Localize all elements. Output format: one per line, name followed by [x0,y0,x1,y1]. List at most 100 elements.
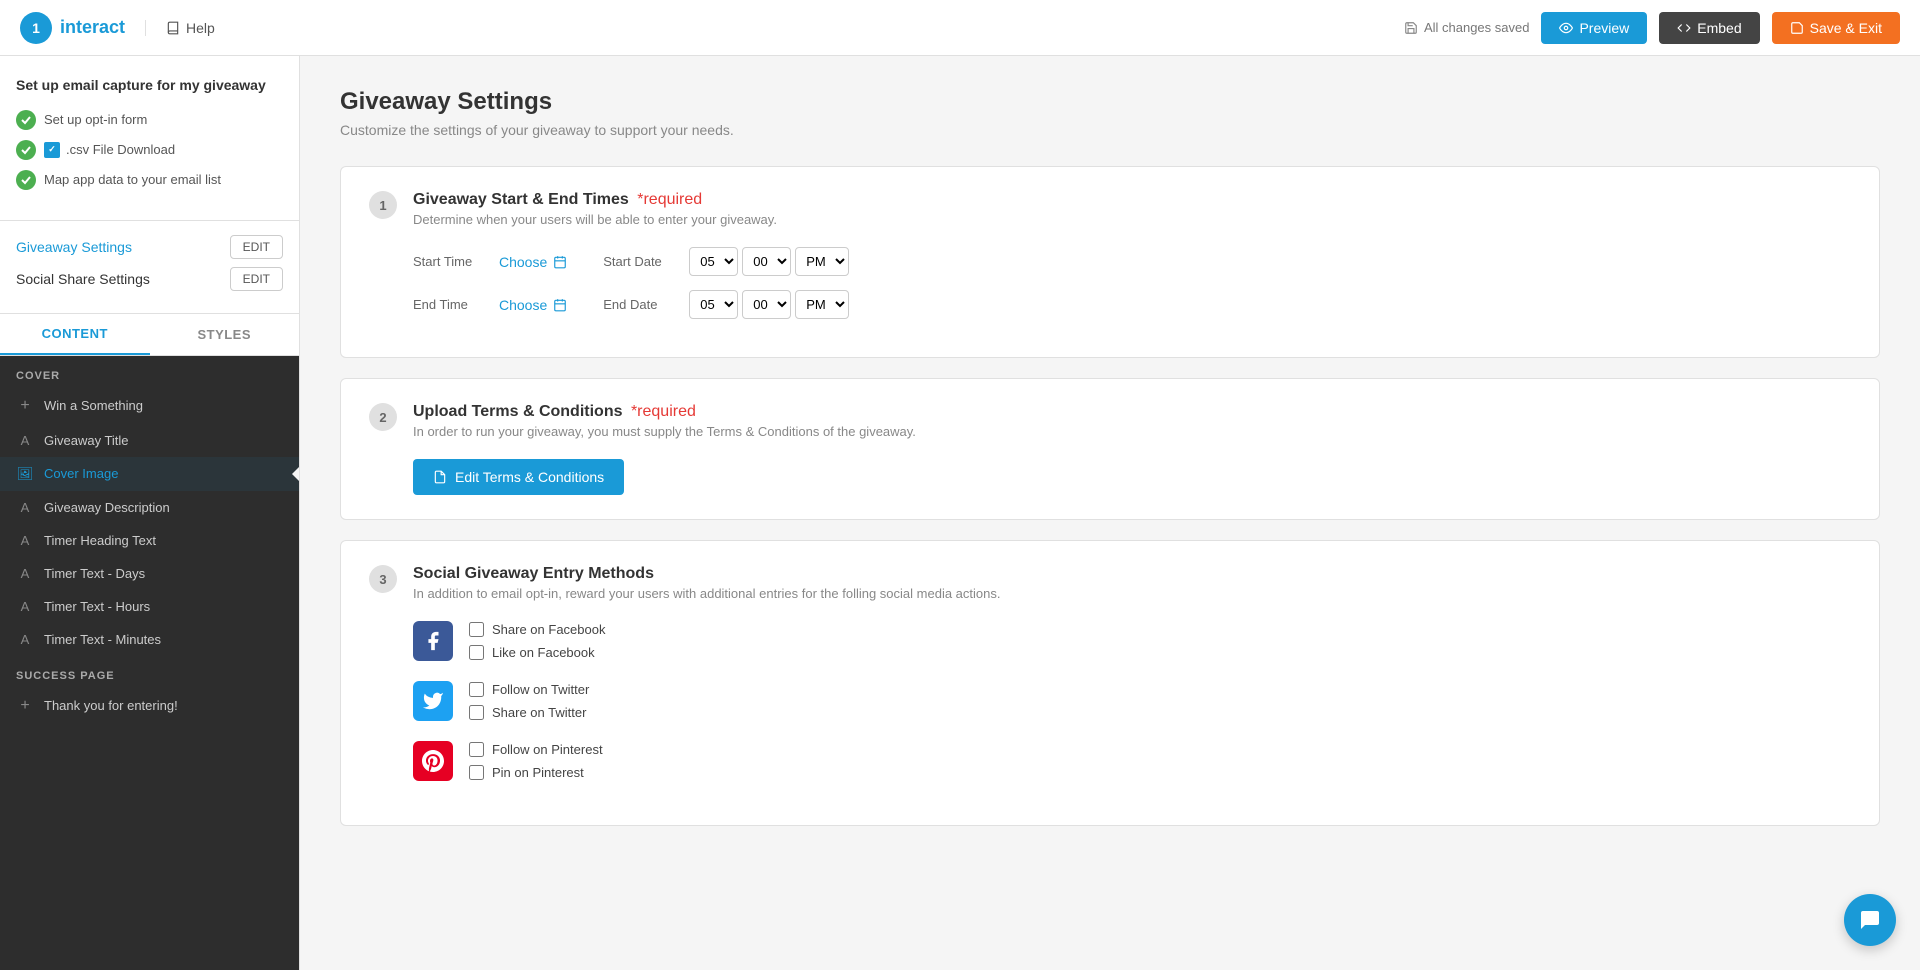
file-icon [433,470,447,484]
save-icon [1404,21,1418,35]
embed-button[interactable]: Embed [1659,12,1759,44]
share-on-facebook-checkbox[interactable] [469,622,484,637]
checklist-inner-2: ✓ .csv File Download [44,142,175,158]
checkmark-icon-1 [20,114,32,126]
end-min-select[interactable]: 00 [742,290,791,319]
checklist-label-1: Set up opt-in form [44,112,147,127]
tree-item-timer-days-label: Timer Text - Days [44,566,145,581]
social-row-pinterest: Follow on Pinterest Pin on Pinterest [413,741,1851,781]
start-min-select[interactable]: 00 [742,247,791,276]
chat-bubble[interactable] [1844,894,1896,946]
tree-item-cover-image[interactable]: 🖼 Cover Image [0,457,299,491]
saved-status: All changes saved [1404,20,1530,35]
social-share-settings-edit-button[interactable]: EDIT [230,267,283,291]
tree-item-cover-label: Cover Image [44,466,118,481]
giveaway-settings-link[interactable]: Giveaway Settings [16,239,132,255]
tree-item-giveaway-desc[interactable]: A Giveaway Description [0,491,299,524]
like-on-facebook-row[interactable]: Like on Facebook [469,645,605,660]
tree-item-win-a-something[interactable]: + Win a Something [0,388,299,424]
end-hour-select[interactable]: 05 [689,290,738,319]
follow-on-twitter-row[interactable]: Follow on Twitter [469,682,589,697]
social-share-settings-link[interactable]: Social Share Settings [16,271,150,287]
follow-on-twitter-checkbox[interactable] [469,682,484,697]
settings-row-1: Giveaway Settings EDIT [16,235,283,259]
main-content: Giveaway Settings Customize the settings… [300,56,1920,970]
section-terms-desc: In order to run your giveaway, you must … [413,424,916,439]
preview-button[interactable]: Preview [1541,12,1647,44]
tree-item-desc-label: Giveaway Description [44,500,170,515]
sidebar-tabs: CONTENT STYLES [0,314,299,356]
tree-item-thank-you-label: Thank you for entering! [44,698,178,713]
section-times-title-block: Giveaway Start & End Times *required Det… [413,191,777,227]
save-exit-label: Save & Exit [1810,20,1882,36]
tree-item-timer-heading[interactable]: A Timer Heading Text [0,524,299,557]
tree-item-thank-you[interactable]: + Thank you for entering! [0,688,299,724]
saved-status-text: All changes saved [1424,20,1530,35]
section-social-title-block: Social Giveaway Entry Methods In additio… [413,565,1000,601]
tree-item-win-label: Win a Something [44,398,143,413]
follow-on-pinterest-checkbox[interactable] [469,742,484,757]
fb-logo [422,630,444,652]
text-icon-timer-minutes: A [16,632,34,647]
checkmark-icon-2 [20,144,32,156]
logo[interactable]: 1 interact [20,12,125,44]
time-rows: Start Time Choose Start Date 05 00 [413,247,1851,319]
follow-on-pinterest-row[interactable]: Follow on Pinterest [469,742,603,757]
sidebar-heading: Set up email capture for my giveaway [16,76,283,96]
start-ampm-select[interactable]: PM [795,247,849,276]
text-icon-timer-heading: A [16,533,34,548]
tree-item-timer-minutes[interactable]: A Timer Text - Minutes [0,623,299,656]
success-section-label: SUCCESS PAGE [0,656,299,688]
follow-on-pinterest-label: Follow on Pinterest [492,742,603,757]
save-exit-button[interactable]: Save & Exit [1772,12,1900,44]
topbar: 1 interact Help All changes saved Previe… [0,0,1920,56]
like-on-facebook-checkbox[interactable] [469,645,484,660]
pin-on-pinterest-row[interactable]: Pin on Pinterest [469,765,603,780]
tree-item-timer-minutes-label: Timer Text - Minutes [44,632,161,647]
section-social-title-text: Social Giveaway Entry Methods [413,565,654,582]
giveaway-settings-edit-button[interactable]: EDIT [230,235,283,259]
end-ampm-select[interactable]: PM [795,290,849,319]
embed-label: Embed [1697,20,1741,36]
tree-item-timer-hours[interactable]: A Timer Text - Hours [0,590,299,623]
section-terms: 2 Upload Terms & Conditions *required In… [340,378,1880,520]
pin-on-pinterest-checkbox[interactable] [469,765,484,780]
topbar-left: 1 interact Help [20,12,215,44]
layout: Set up email capture for my giveaway Set… [0,56,1920,970]
tree-item-title-label: Giveaway Title [44,433,129,448]
tree-item-giveaway-title[interactable]: A Giveaway Title [0,424,299,457]
end-time-label: End Time [413,297,483,312]
tab-content[interactable]: CONTENT [0,314,150,355]
section-number-1: 1 [369,191,397,219]
section-social-desc: In addition to email opt-in, reward your… [413,586,1000,601]
share-on-facebook-row[interactable]: Share on Facebook [469,622,605,637]
sidebar: Set up email capture for my giveaway Set… [0,56,300,970]
preview-label: Preview [1579,20,1629,36]
start-time-choose[interactable]: Choose [499,254,567,270]
start-time-selects: 05 00 PM [689,247,849,276]
edit-terms-button[interactable]: Edit Terms & Conditions [413,459,624,495]
text-icon-title: A [16,433,34,448]
tree-item-timer-days[interactable]: A Timer Text - Days [0,557,299,590]
tw-logo [422,690,444,712]
check-circle-1 [16,110,36,130]
help-link[interactable]: Help [145,20,215,36]
start-hour-select[interactable]: 05 [689,247,738,276]
start-time-label: Start Time [413,254,483,269]
start-date-label: Start Date [603,254,673,269]
terms-button-area: Edit Terms & Conditions [413,459,1851,495]
facebook-icon [413,621,453,661]
sidebar-settings: Giveaway Settings EDIT Social Share Sett… [0,221,299,314]
section-terms-title-block: Upload Terms & Conditions *required In o… [413,403,916,439]
facebook-options: Share on Facebook Like on Facebook [469,622,605,660]
section-terms-title-text: Upload Terms & Conditions [413,403,622,420]
share-on-twitter-row[interactable]: Share on Twitter [469,705,589,720]
section-times: 1 Giveaway Start & End Times *required D… [340,166,1880,358]
share-on-twitter-checkbox[interactable] [469,705,484,720]
page-title: Giveaway Settings [340,88,1880,116]
social-entries: Share on Facebook Like on Facebook [413,621,1851,781]
pt-logo [422,750,444,772]
active-indicator [292,466,300,482]
end-time-choose[interactable]: Choose [499,297,567,313]
tab-styles[interactable]: STYLES [150,314,300,355]
